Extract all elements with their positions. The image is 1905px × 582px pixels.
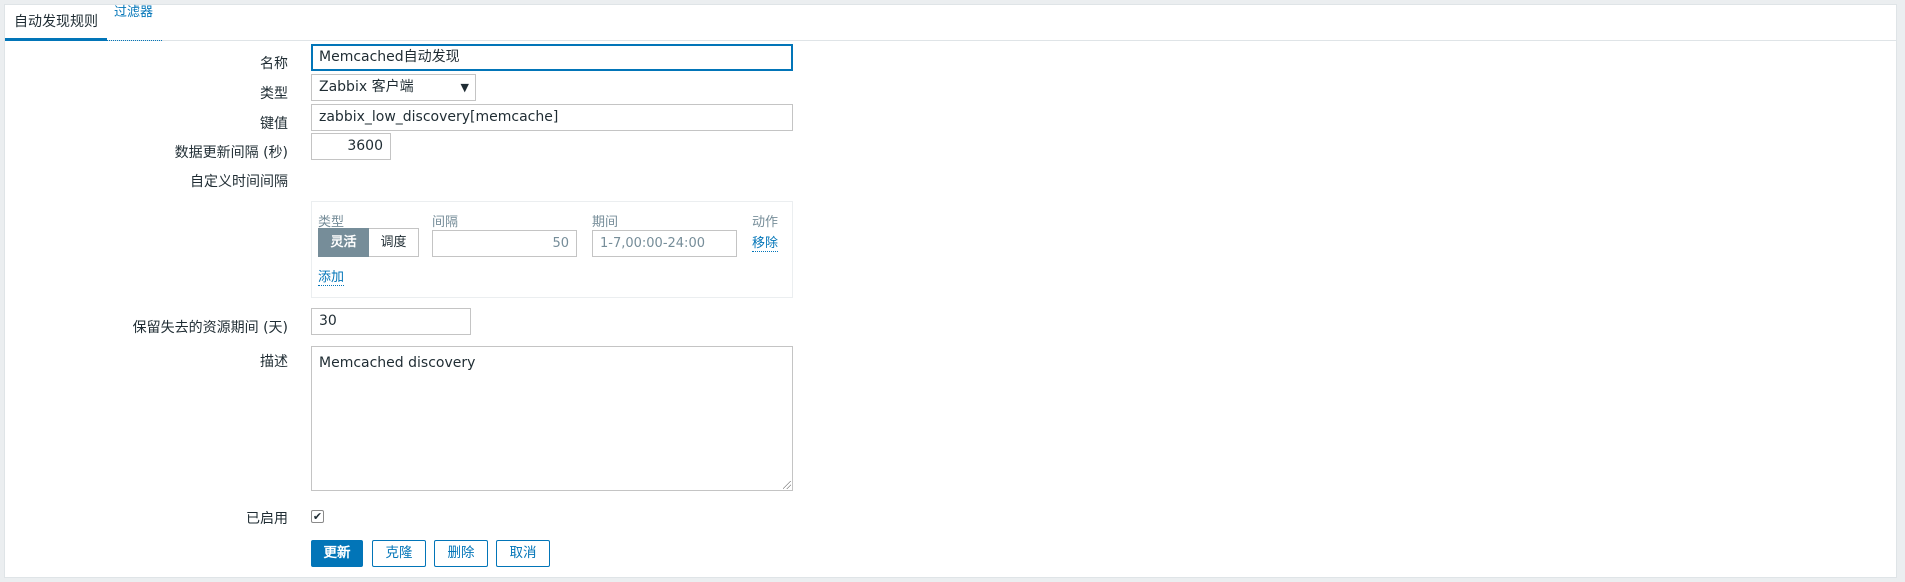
interval-input[interactable]: 3600: [311, 133, 391, 160]
name-input[interactable]: Memcached自动发现: [311, 44, 793, 71]
tab-filters[interactable]: 过滤器: [105, 5, 163, 41]
custom-intervals-table: 类型 间隔 期间 动作 灵活 调度 50 1-7,00:00-24:00 移除 …: [311, 201, 793, 298]
type-label: 类型: [260, 86, 288, 102]
tab-bar: 自动发现规则 过滤器: [5, 5, 1896, 41]
description-label: 描述: [260, 354, 288, 370]
name-label: 名称: [260, 56, 288, 72]
lifetime-input[interactable]: 30: [311, 308, 471, 335]
key-input[interactable]: zabbix_low_discovery[memcache]: [311, 104, 793, 131]
description-text: Memcached discovery: [319, 355, 476, 371]
type-select-value: Zabbix 客户端: [319, 79, 414, 95]
tab-discovery-rule[interactable]: 自动发现规则: [5, 5, 107, 41]
form-container: 自动发现规则 过滤器 名称 Memcached自动发现 类型 Zabbix 客户…: [4, 4, 1897, 578]
update-button[interactable]: 更新: [311, 540, 363, 567]
interval-label: 数据更新间隔 (秒): [174, 145, 288, 161]
cancel-button[interactable]: 取消: [496, 540, 550, 567]
lifetime-label: 保留失去的资源期间 (天): [132, 320, 288, 336]
description-textarea[interactable]: Memcached discovery: [311, 346, 793, 491]
interval-delay-input[interactable]: 50: [432, 230, 577, 257]
enabled-checkbox[interactable]: ✔: [311, 510, 324, 523]
add-interval-link[interactable]: 添加: [318, 270, 345, 286]
remove-interval-link[interactable]: 移除: [752, 236, 779, 252]
delete-button[interactable]: 删除: [434, 540, 488, 567]
interval-period-input[interactable]: 1-7,00:00-24:00: [592, 230, 737, 257]
intervals-header-interval: 间隔: [432, 215, 459, 230]
resize-handle-icon[interactable]: [783, 481, 791, 489]
clone-button[interactable]: 克隆: [372, 540, 426, 567]
intervals-header-action: 动作: [752, 215, 779, 230]
custom-intervals-label: 自定义时间间隔: [190, 174, 288, 190]
type-select[interactable]: Zabbix 客户端 ▼: [311, 74, 476, 101]
flexible-option[interactable]: 灵活: [318, 228, 369, 257]
dropdown-arrow-icon: ▼: [460, 81, 469, 94]
key-label: 键值: [260, 116, 288, 132]
scheduling-option[interactable]: 调度: [369, 228, 419, 257]
interval-type-toggle: 灵活 调度: [318, 228, 419, 257]
intervals-header-period: 期间: [592, 215, 619, 230]
enabled-label: 已启用: [246, 511, 288, 527]
